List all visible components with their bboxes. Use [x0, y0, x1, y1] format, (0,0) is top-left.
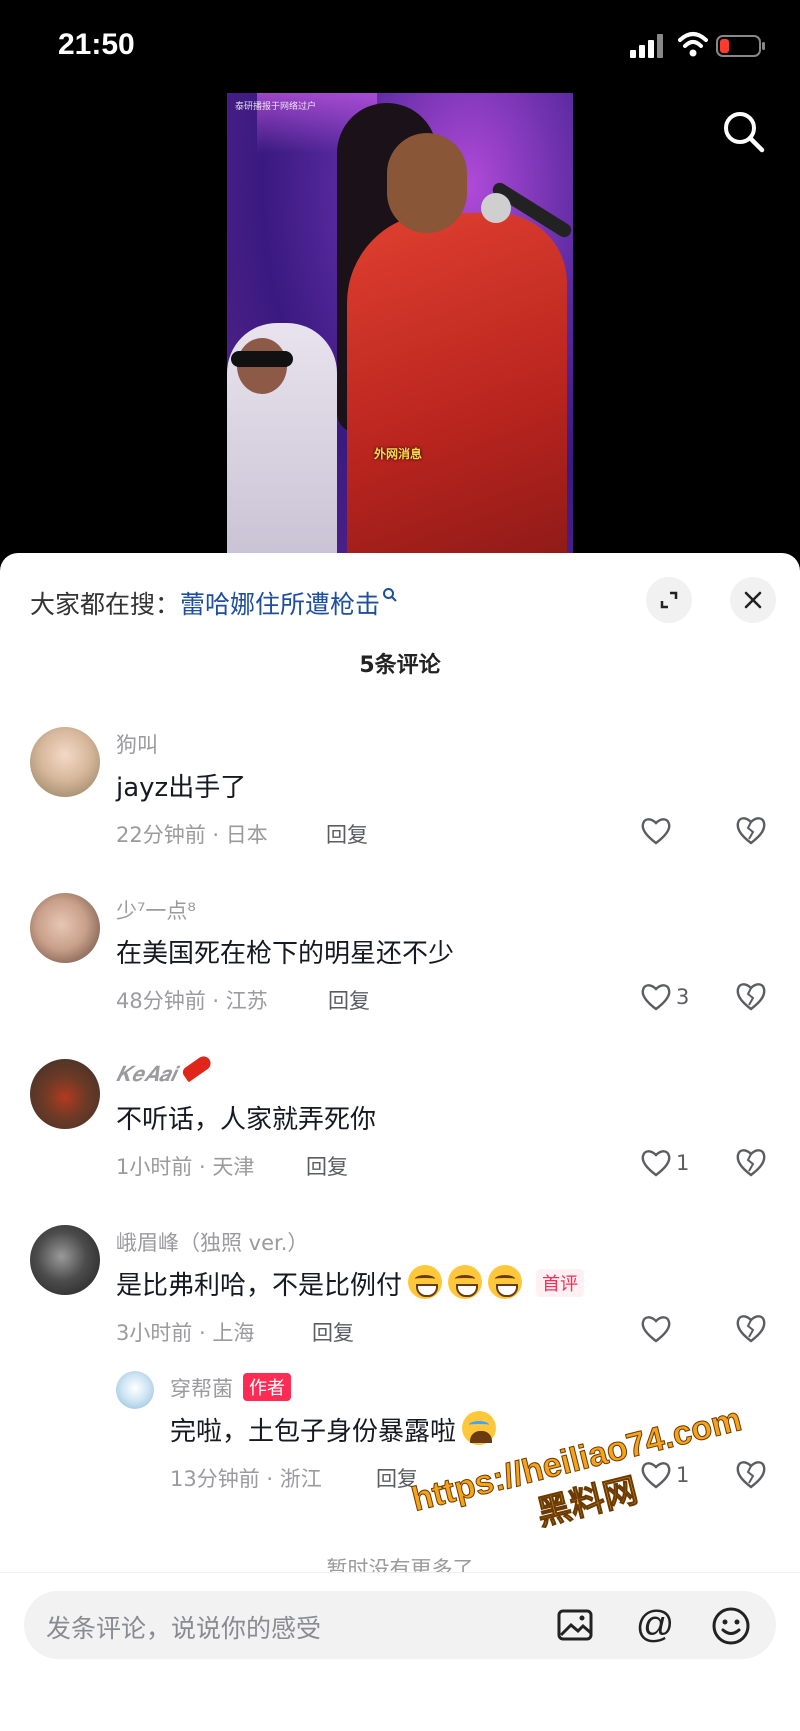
comment-meta: 22分钟前 · 日本: [116, 823, 268, 847]
like-count: 1: [676, 1463, 690, 1487]
close-icon: [744, 591, 762, 609]
grin-emoji-icon: [488, 1265, 523, 1299]
dancer-glasses: [231, 351, 293, 367]
reply-button[interactable]: 回复: [326, 819, 368, 849]
broken-heart-icon[interactable]: [734, 979, 768, 1013]
heart-icon: [641, 984, 671, 1011]
status-time: 21:50: [58, 28, 135, 61]
wifi-icon: [678, 32, 708, 57]
avatar[interactable]: [30, 893, 100, 963]
reply-button[interactable]: 回复: [376, 1463, 418, 1493]
broken-heart-icon[interactable]: [734, 1311, 768, 1345]
video-frame: 泰研播报于网络过户 外网消息: [227, 93, 573, 560]
avatar[interactable]: [30, 1225, 100, 1295]
comment-input-bar: 发条评论，说说你的感受 @: [0, 1572, 800, 1731]
video-caption: 外网消息: [374, 447, 423, 461]
heart-icon: [641, 1462, 671, 1489]
author-badge: 作者: [243, 1373, 291, 1401]
close-button[interactable]: [730, 577, 776, 623]
heart-icon: [641, 818, 671, 845]
comment-text-body: 是比弗利哈，不是比例付: [116, 1271, 403, 1301]
like-button[interactable]: [640, 813, 700, 849]
comment-username[interactable]: 狗叫: [116, 729, 158, 759]
microphone-head: [481, 193, 511, 223]
comment-input-placeholder: 发条评论，说说你的感受: [46, 1614, 322, 1643]
avatar[interactable]: [30, 1059, 100, 1129]
crying-emoji-icon: [462, 1411, 497, 1445]
comment-item: 峨眉峰（独照 ver.） 是比弗利哈，不是比例付 首评 3小时前 · 上海 回复: [0, 1225, 800, 1375]
chili-emoji-icon: [180, 1053, 214, 1083]
comment-meta: 1小时前 · 天津: [116, 1155, 255, 1179]
video-watermark: 泰研播报于网络过户: [235, 102, 317, 112]
comment-meta: 48分钟前 · 江苏: [116, 989, 268, 1013]
comment-text: jayz出手了: [116, 773, 247, 803]
singer-body: [347, 213, 567, 560]
load-more-text: 暂时没有更多了: [326, 1557, 474, 1573]
search-icon[interactable]: [720, 108, 768, 156]
expand-icon: [660, 591, 678, 609]
comment-count: 5条评论: [359, 653, 441, 678]
broken-heart-icon[interactable]: [734, 813, 768, 847]
comment-item: 狗叫 jayz出手了 22分钟前 · 日本 回复: [0, 727, 800, 877]
grin-emoji-icon: [408, 1265, 443, 1299]
comment-sheet: 大家都在搜：蕾哈娜住所遭枪击 5条评论 狗叫 jayz出手了 22分钟前 · 日…: [0, 553, 800, 1731]
like-count: 1: [676, 1151, 690, 1175]
battery-icon: [716, 35, 765, 57]
username-text: 穿帮菌: [170, 1377, 233, 1401]
comment-text: 完啦，土包子身份暴露啦: [170, 1411, 497, 1448]
status-bar: 21:50: [0, 0, 800, 90]
like-button[interactable]: [640, 1311, 700, 1347]
comment-text: 是比弗利哈，不是比例付 首评: [116, 1265, 585, 1302]
first-comment-badge: 首评: [536, 1269, 585, 1297]
comment-text: 在美国死在枪下的明星还不少: [116, 939, 455, 969]
comment-username[interactable]: 𝑲𝒆𝑨𝒂𝒊: [116, 1053, 214, 1087]
reply-button[interactable]: 回复: [312, 1317, 354, 1347]
comment-username[interactable]: 峨眉峰（独照 ver.）: [116, 1227, 308, 1257]
avatar[interactable]: [30, 727, 100, 797]
like-button[interactable]: 3: [640, 979, 700, 1015]
like-button[interactable]: 1: [640, 1457, 700, 1493]
trend-prefix: 大家都在搜：: [30, 590, 181, 619]
comment-meta: 3小时前 · 上海: [116, 1321, 255, 1345]
mention-button[interactable]: @: [632, 1603, 678, 1647]
username-text: 𝑲𝒆𝑨𝒂𝒊: [116, 1062, 176, 1086]
video-player[interactable]: 泰研播报于网络过户 外网消息: [0, 90, 800, 560]
comment-meta: 13分钟前 · 浙江: [170, 1467, 322, 1491]
reply-comment-item: 穿帮菌 作者 完啦，土包子身份暴露啦 13分钟前 · 浙江 回复 1: [0, 1371, 800, 1521]
heart-icon: [641, 1150, 671, 1177]
comment-username[interactable]: 少⁷一点⁸: [116, 895, 196, 925]
expand-button[interactable]: [646, 577, 692, 623]
comment-input[interactable]: 发条评论，说说你的感受 @: [24, 1591, 776, 1659]
trend-query-link[interactable]: 蕾哈娜住所遭枪击: [180, 590, 380, 619]
broken-heart-icon[interactable]: [734, 1457, 768, 1491]
comment-item: 𝑲𝒆𝑨𝒂𝒊 不听话，人家就弄死你 1小时前 · 天津 回复 1: [0, 1053, 800, 1209]
like-button[interactable]: 1: [640, 1145, 700, 1181]
comment-item: 少⁷一点⁸ 在美国死在枪下的明星还不少 48分钟前 · 江苏 回复 3: [0, 893, 800, 1043]
broken-heart-icon[interactable]: [734, 1145, 768, 1179]
signal-icon: [630, 34, 663, 58]
comment-username[interactable]: 穿帮菌 作者: [170, 1373, 291, 1403]
image-icon[interactable]: [556, 1607, 596, 1645]
emoji-icon[interactable]: [710, 1605, 752, 1647]
search-icon: [383, 588, 397, 602]
reply-button[interactable]: 回复: [328, 985, 370, 1015]
like-count: 3: [676, 985, 690, 1009]
trending-search[interactable]: 大家都在搜：蕾哈娜住所遭枪击: [30, 585, 398, 621]
comment-text: 不听话，人家就弄死你: [116, 1105, 377, 1135]
avatar[interactable]: [116, 1371, 154, 1409]
reply-button[interactable]: 回复: [306, 1151, 348, 1181]
grin-emoji-icon: [448, 1265, 483, 1299]
singer-face: [387, 133, 467, 233]
heart-icon: [641, 1316, 671, 1343]
comment-text-body: 完啦，土包子身份暴露啦: [170, 1417, 457, 1447]
